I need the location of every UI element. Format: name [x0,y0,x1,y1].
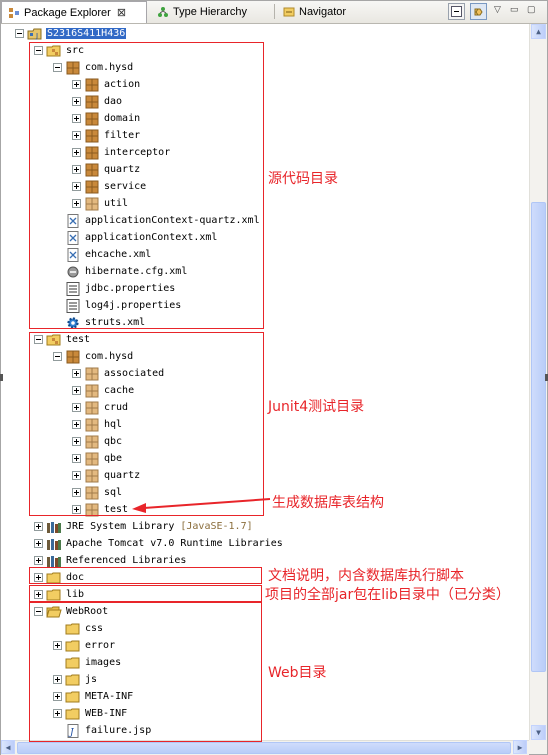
tree-item-label: JRE System Library [66,521,175,532]
tree-item[interactable]: Apache Tomcat v7.0 Runtime Libraries [34,535,284,552]
web-annotation: Web目录 [268,665,327,681]
lib-annotation: 项目的全部jar包在lib目录中（已分类） [265,587,510,603]
type-hierarchy-icon [158,6,168,17]
horizontal-scrollbar[interactable]: ◀ ▶ [1,740,529,755]
tab-label: Type Hierarchy [173,5,247,18]
collapse-all-icon [451,6,462,17]
link-with-editor-icon [474,8,483,15]
navigator-icon [283,7,295,16]
collapse-icon[interactable] [15,29,24,38]
view-menu-icon[interactable]: ▽ [494,4,501,15]
collapse-all-button[interactable] [448,3,465,20]
scrollbar-corner [529,740,547,754]
scroll-up-icon[interactable]: ▲ [531,24,546,39]
link-with-editor-button[interactable] [470,3,487,20]
tab-label: Navigator [299,5,347,18]
tree-item[interactable]: J S2316S411H436 [15,25,127,42]
view-tab-bar: Package Explorer ⊠ Type Hierarchy Naviga… [1,1,547,24]
close-tab-icon[interactable]: ⊠ [117,6,126,19]
tree-item[interactable]: JRE System Library [JavaSE-1.7] [34,518,253,535]
expand-icon[interactable] [34,556,43,565]
scroll-left-icon[interactable]: ◀ [1,740,15,754]
webroot-highlight-box [29,602,262,742]
arrow-icon [132,498,271,513]
svg-text:J: J [35,32,38,40]
tab-separator [274,4,275,19]
src-annotation: 源代码目录 [268,171,338,187]
doc-highlight-box [29,567,262,584]
scroll-right-icon[interactable]: ▶ [513,740,527,754]
vertical-scrollbar[interactable]: ▲ ▼ [529,24,547,740]
scrollbar-thumb-horizontal[interactable] [17,742,511,754]
test-annotation: Junit4测试目录 [268,399,365,415]
src-highlight-box [29,42,264,329]
scroll-down-icon[interactable]: ▼ [531,725,546,740]
tree-item-label: Apache Tomcat v7.0 Runtime Libraries [66,538,283,549]
tab-type-hierarchy[interactable]: Type Hierarchy [151,1,273,22]
left-sash-handle[interactable] [0,374,3,381]
schema-annotation: 生成数据库表结构 [272,495,384,511]
expand-icon[interactable] [34,539,43,548]
doc-annotation: 文档说明，内含数据库执行脚本 [268,568,464,584]
maximize-icon[interactable]: ▢ [527,4,536,15]
tree-item-label: S2316S411H436 [46,28,127,39]
test-highlight-box [29,332,264,516]
tree-item-decoration: [JavaSE-1.7] [180,521,253,532]
project-icon: J [27,27,43,41]
tab-navigator[interactable]: Navigator [277,1,357,22]
library-icon [46,537,62,551]
package-explorer-icon [9,7,19,18]
library-icon [46,520,62,534]
scrollbar-thumb[interactable] [531,202,546,672]
tab-package-explorer[interactable]: Package Explorer ⊠ [1,1,147,23]
expand-icon[interactable] [34,522,43,531]
minimize-icon[interactable]: ▭ [510,4,519,15]
library-icon [46,554,62,568]
tab-label: Package Explorer [24,6,111,19]
lib-highlight-box [29,585,262,602]
tree-item-label: Referenced Libraries [66,555,187,566]
